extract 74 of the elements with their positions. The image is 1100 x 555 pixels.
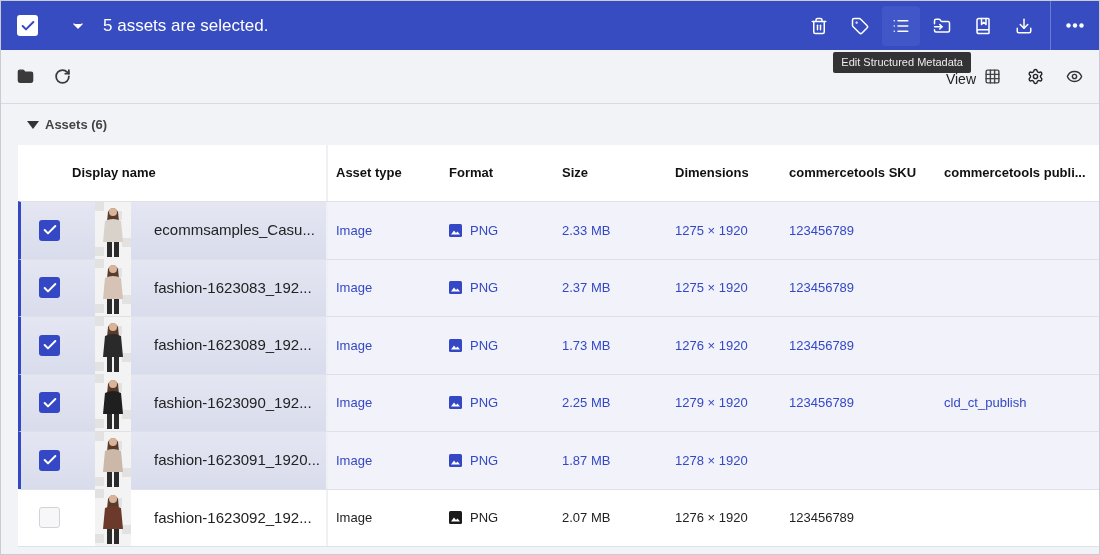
table-cell-text: 1276 × 1920 [675, 336, 748, 355]
format-text: PNG [470, 394, 499, 412]
table-cell-text: Image [336, 451, 373, 470]
checkbox[interactable] [39, 219, 60, 241]
tooltip: Edit Structured Metadata [833, 52, 971, 73]
table-cell-text: Image [336, 509, 373, 527]
table-cell-text: 123456789 [789, 221, 855, 240]
table-cell-text: 2.33 MB [562, 221, 611, 240]
table-row[interactable]: fashion-1623092_192... Image PNG 2.07 MB 1276 × 1920 123456789 [18, 488, 1099, 546]
column-header[interactable]: Size [562, 165, 588, 181]
checkbox[interactable] [39, 334, 60, 356]
checkbox[interactable] [39, 507, 60, 529]
section-toggle[interactable]: Assets (6) [1, 104, 1099, 145]
format-text: PNG [470, 221, 499, 240]
column-header[interactable]: Dimensions [675, 165, 749, 181]
table-cell-text: 1.73 MB [562, 336, 611, 355]
table-cell-text: 2.07 MB [562, 509, 611, 527]
tag-icon [850, 16, 869, 35]
asset-name[interactable]: fashion-1623092_192... [154, 506, 312, 529]
selection-message: 5 assets are selected. [103, 14, 269, 37]
image-icon [449, 511, 462, 525]
table-cell-text: 1279 × 1920 [675, 394, 748, 412]
table-cell-text: 1.87 MB [562, 451, 611, 470]
image-icon [449, 453, 462, 467]
table-row[interactable]: fashion-1623083_192... Image PNG 2.37 MB 1275 × 1920 123456789 [18, 258, 1099, 316]
refresh-icon[interactable] [54, 68, 71, 85]
table-row[interactable]: fashion-1623091_1920... Image PNG 1.87 MB 1278 × 1920 [18, 431, 1099, 489]
table-cell-text: Image [336, 279, 373, 297]
trash-icon [809, 16, 828, 35]
table-cell-text: 123456789 [789, 509, 855, 527]
table-cell-text: 1275 × 1920 [675, 279, 748, 297]
toolbar-button[interactable] [881, 5, 920, 46]
image-icon [449, 338, 462, 352]
download-icon [1014, 16, 1033, 35]
eye-icon[interactable] [1066, 68, 1083, 85]
table-cell-text: 2.25 MB [562, 394, 611, 412]
table-cell-text: 123456789 [789, 279, 855, 297]
table-cell-text: 123456789 [789, 394, 855, 412]
column-header[interactable]: Asset type [336, 165, 402, 181]
checkbox[interactable] [39, 277, 60, 299]
table-cell-text: 1276 × 1920 [675, 509, 748, 527]
caret-icon [27, 120, 39, 129]
image-icon [449, 223, 462, 237]
table-cell-text: Image [336, 394, 373, 412]
column-header[interactable]: Display name [72, 163, 156, 183]
checkbox[interactable] [17, 15, 38, 36]
column-header[interactable]: Format [449, 165, 494, 181]
table-row[interactable]: fashion-1623090_192... Image PNG 2.25 MB 1279 × 1920 123456789 cld_ct_publish [18, 373, 1099, 431]
bookmark-stack-icon [973, 16, 992, 35]
checkbox[interactable] [39, 449, 60, 471]
table-row[interactable]: ecommsamples_Casu... Image PNG 2.33 MB 1275 × 1920 123456789 [18, 201, 1099, 259]
grid-icon[interactable] [984, 68, 1001, 85]
format-text: PNG [470, 279, 499, 297]
image-icon [449, 281, 462, 295]
format-text: PNG [470, 451, 499, 470]
checkbox[interactable] [39, 392, 60, 414]
format-text: PNG [470, 509, 499, 527]
table-cell-text: 1275 × 1920 [675, 221, 748, 240]
table-cell-text: Image [336, 336, 373, 355]
folder-arrow-icon [932, 16, 951, 35]
view-label: View [945, 70, 976, 89]
table-row[interactable]: fashion-1623089_192... Image PNG 1.73 MB 1276 × 1920 123456789 [18, 316, 1099, 374]
column-header[interactable]: commercetools SKU [789, 165, 917, 181]
table-cell-text: Image [336, 221, 373, 240]
table-cell-text: cld_ct_publish [944, 394, 1027, 412]
column-header[interactable]: commercetools publi... [944, 165, 1086, 181]
image-icon [449, 396, 462, 410]
table-cell-text: 2.37 MB [562, 279, 611, 297]
table-cell-text: 123456789 [789, 336, 855, 355]
table-cell-text: 1278 × 1920 [675, 451, 748, 470]
settings-icon[interactable] [1027, 68, 1044, 85]
more-icon [1066, 23, 1084, 28]
format-text: PNG [470, 336, 499, 355]
folder-icon[interactable] [17, 68, 34, 85]
